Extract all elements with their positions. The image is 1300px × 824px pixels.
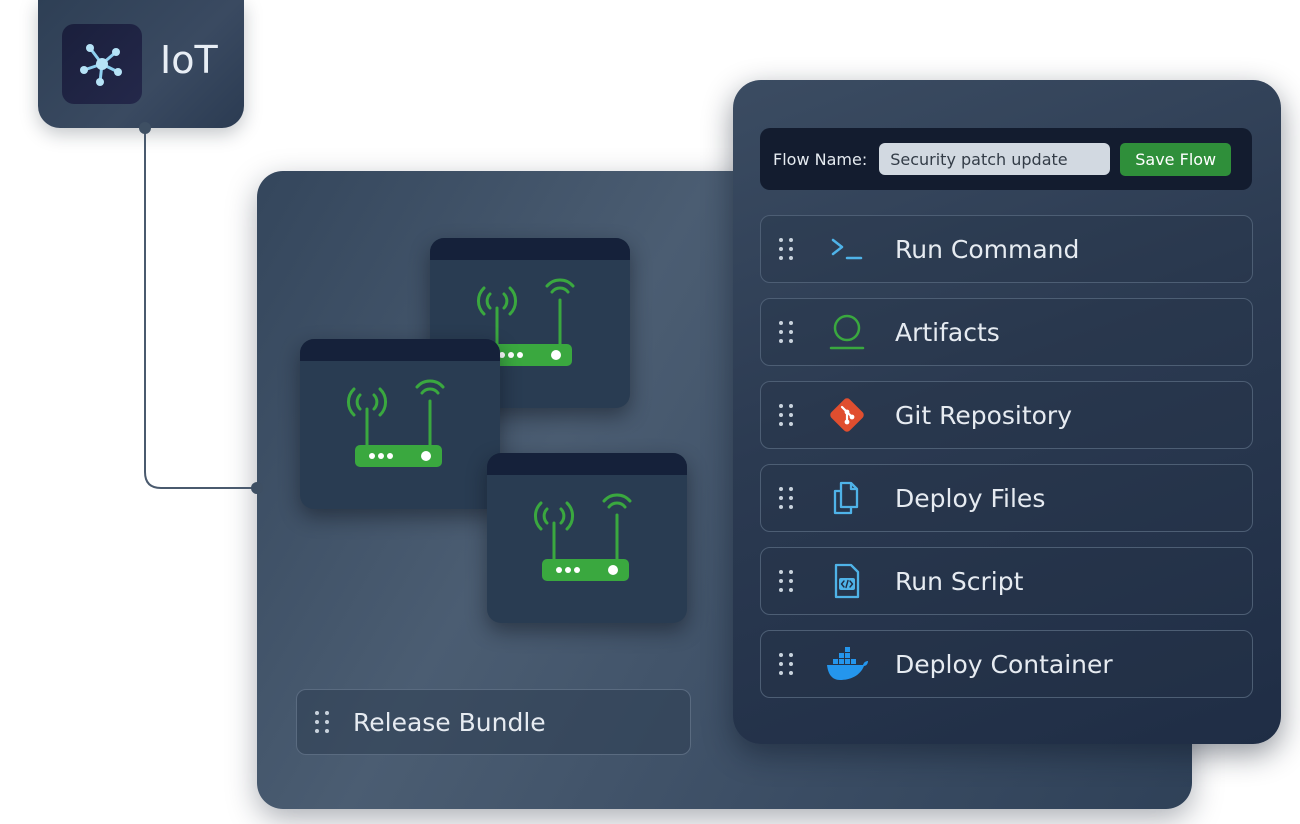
- router-icon: [347, 379, 445, 467]
- flow-name-input[interactable]: [879, 143, 1111, 175]
- release-bundle-item[interactable]: Release Bundle: [296, 689, 691, 755]
- step-git-repository[interactable]: Git Repository: [760, 381, 1253, 449]
- files-icon: [825, 476, 869, 520]
- script-icon: [825, 559, 869, 603]
- save-flow-button[interactable]: Save Flow: [1120, 142, 1232, 176]
- release-bundle-label: Release Bundle: [353, 707, 546, 737]
- flow-name-bar: Flow Name: Save Flow: [760, 128, 1252, 190]
- step-run-command[interactable]: Run Command: [760, 215, 1253, 283]
- step-label: Deploy Container: [895, 649, 1113, 679]
- step-artifacts[interactable]: Artifacts: [760, 298, 1253, 366]
- step-run-script[interactable]: Run Script: [760, 547, 1253, 615]
- drag-handle-icon[interactable]: [315, 711, 329, 733]
- step-label: Artifacts: [895, 317, 1000, 347]
- drag-handle-icon[interactable]: [779, 487, 793, 509]
- device-title-bar: [430, 238, 630, 260]
- step-label: Run Command: [895, 234, 1080, 264]
- device-title-bar: [487, 453, 687, 475]
- drag-handle-icon[interactable]: [779, 653, 793, 675]
- drag-handle-icon[interactable]: [779, 570, 793, 592]
- drag-handle-icon[interactable]: [779, 321, 793, 343]
- device-card[interactable]: [487, 453, 687, 623]
- artifact-icon: [825, 310, 869, 354]
- step-deploy-container[interactable]: Deploy Container: [760, 630, 1253, 698]
- step-label: Run Script: [895, 566, 1024, 596]
- device-title-bar: [300, 339, 500, 361]
- docker-icon: [825, 642, 869, 686]
- drag-handle-icon[interactable]: [779, 404, 793, 426]
- step-deploy-files[interactable]: Deploy Files: [760, 464, 1253, 532]
- step-label: Deploy Files: [895, 483, 1046, 513]
- drag-handle-icon[interactable]: [779, 238, 793, 260]
- step-label: Git Repository: [895, 400, 1073, 430]
- git-icon: [825, 393, 869, 437]
- device-card[interactable]: [300, 339, 500, 509]
- terminal-icon: [825, 227, 869, 271]
- router-icon: [534, 493, 632, 581]
- flow-name-label: Flow Name:: [773, 149, 868, 169]
